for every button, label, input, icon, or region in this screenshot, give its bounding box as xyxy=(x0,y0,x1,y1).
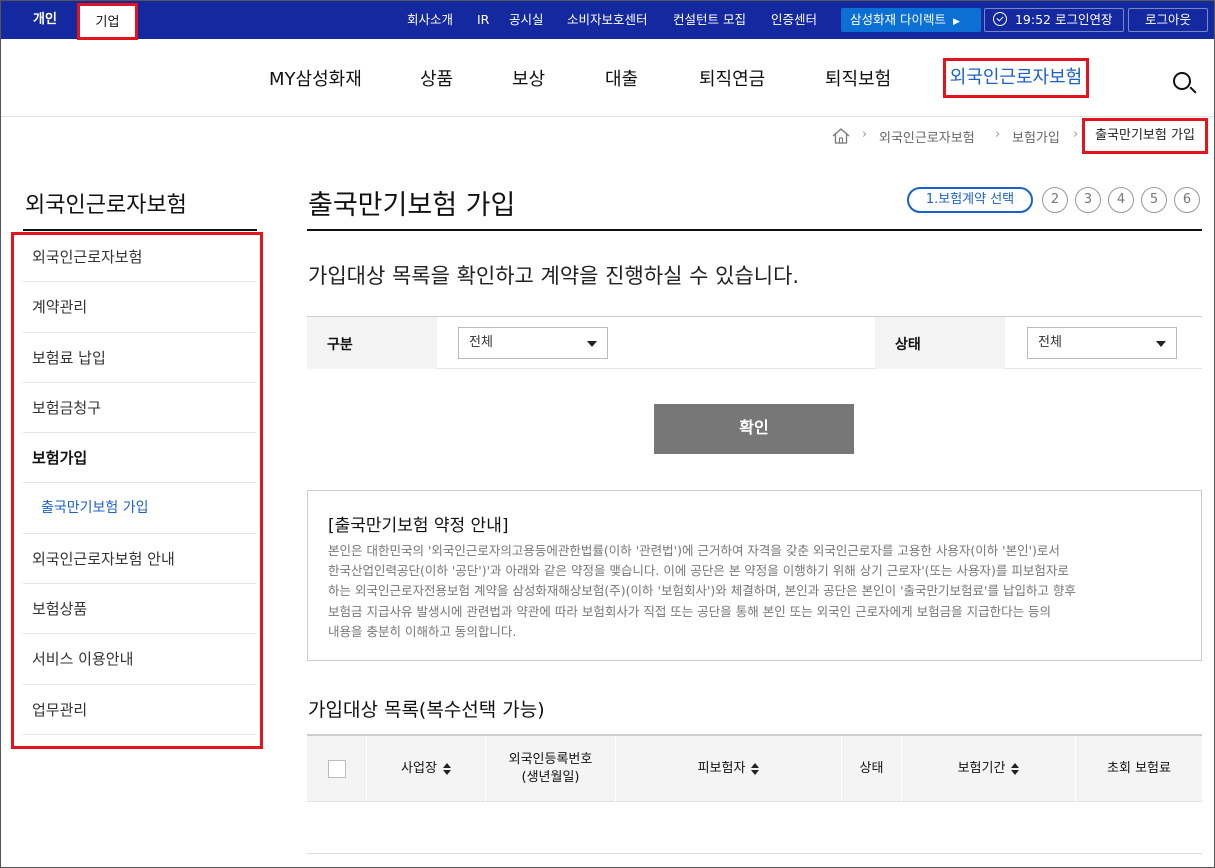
list-title: 가입대상 목록(복수선택 가능) xyxy=(308,699,545,721)
link-recruit[interactable]: 컨설턴트 모집 xyxy=(673,1,746,39)
step-1-active: 1.보험계약 선택 xyxy=(907,187,1033,213)
sidebar-highlight-box xyxy=(11,232,263,749)
chevron-right-icon: › xyxy=(1073,127,1079,142)
direct-button[interactable]: 삼성화재 다이렉트 ▶ xyxy=(841,8,981,32)
top-utility-bar: 개인 기업 회사소개 IR 공시실 소비자보호센터 컨설턴트 모집 인증센터 삼… xyxy=(1,1,1214,40)
notice-line: 하는 외국인근로자전용보험 계약을 삼성화재해상보험(주)(이하 '보험회사')… xyxy=(328,583,1076,599)
nav-retirement-insurance[interactable]: 퇴직보험 xyxy=(825,65,891,91)
th-select-all xyxy=(307,736,367,802)
chevron-right-icon: › xyxy=(862,127,868,142)
link-consumer-center[interactable]: 소비자보호센터 xyxy=(567,1,648,39)
th-workplace-label: 사업장 xyxy=(401,761,437,776)
confirm-button[interactable]: 확인 xyxy=(654,404,854,454)
sort-icon xyxy=(1011,763,1020,775)
breadcrumb-item-1[interactable]: 외국인근로자보험 xyxy=(879,127,975,146)
sidebar-title: 외국인근로자보험 xyxy=(25,193,187,218)
link-cert-center[interactable]: 인증센터 xyxy=(771,1,817,39)
notice-line: 한국산업인력공단(이하 '공단')'과 아래와 같은 약정을 맺습니다. 이에 … xyxy=(328,563,1069,579)
main-nav: MY삼성화재 상품 보상 대출 퇴직연금 퇴직보험 외국인근로자보험 xyxy=(1,39,1214,117)
logout-button[interactable]: 로그아웃 xyxy=(1128,8,1208,32)
nav-products[interactable]: 상품 xyxy=(420,65,453,91)
page-title: 출국만기보험 가입 xyxy=(308,190,516,221)
th-reg-no-label: 외국인등록번호 xyxy=(508,752,593,767)
sort-icon xyxy=(751,763,760,775)
tab-corporate[interactable]: 기업 xyxy=(77,3,138,40)
th-reg-no-sub: (생년월일) xyxy=(521,770,580,785)
session-time: 19:52 xyxy=(1014,12,1052,27)
agreement-notice: [출국만기보험 약정 안내] 본인은 대한민국의 '외국인근로자의고용등에관한법… xyxy=(307,490,1202,661)
category-value: 전체 xyxy=(469,335,493,350)
caret-down-icon xyxy=(587,341,597,347)
nav-pension[interactable]: 퇴직연금 xyxy=(699,65,765,91)
login-extend-button[interactable]: 19:52 로그인연장 xyxy=(984,8,1124,32)
notice-line: 본인은 대한민국의 '외국인근로자의고용등에관한법률(이하 '관련법')에 근거… xyxy=(328,543,1060,558)
th-insured-label: 피보험자 xyxy=(697,761,746,776)
th-period[interactable]: 보험기간 xyxy=(902,736,1076,802)
step-6: 6 xyxy=(1174,187,1200,213)
nav-my[interactable]: MY삼성화재 xyxy=(269,65,362,91)
page-frame: 개인 기업 회사소개 IR 공시실 소비자보호센터 컨설턴트 모집 인증센터 삼… xyxy=(0,0,1215,868)
category-select[interactable]: 전체 xyxy=(458,327,608,359)
search-icon[interactable] xyxy=(1173,72,1191,90)
link-disclosure[interactable]: 공시실 xyxy=(509,1,544,39)
step-2: 2 xyxy=(1042,187,1068,213)
nav-claims[interactable]: 보상 xyxy=(512,65,545,91)
step-4: 4 xyxy=(1108,187,1134,213)
caret-down-icon xyxy=(1156,341,1166,347)
table-header: 사업장 외국인등록번호 (생년월일) 피보험자 상태 보험기간 초회 보험료 xyxy=(307,734,1202,802)
link-company[interactable]: 회사소개 xyxy=(407,1,453,39)
status-label: 상태 xyxy=(895,337,921,353)
link-ir[interactable]: IR xyxy=(477,1,489,39)
login-extend-label: 로그인연장 xyxy=(1055,12,1113,27)
breadcrumb-item-2[interactable]: 보험가입 xyxy=(1012,127,1060,146)
breadcrumb-current: 출국만기보험 가입 xyxy=(1082,118,1208,154)
status-select[interactable]: 전체 xyxy=(1027,327,1177,359)
nav-foreign-worker-insurance[interactable]: 외국인근로자보험 xyxy=(943,58,1089,98)
direct-label: 삼성화재 다이렉트 xyxy=(850,12,946,27)
notice-title: [출국만기보험 약정 안내] xyxy=(328,516,509,536)
home-icon[interactable] xyxy=(832,128,850,144)
th-premium-label: 초회 보험료 xyxy=(1107,761,1171,776)
status-value: 전체 xyxy=(1038,335,1062,350)
step-3: 3 xyxy=(1075,187,1101,213)
clock-check-icon xyxy=(993,12,1007,26)
filter-bar: 구분 전체 상태 전체 xyxy=(307,316,1202,369)
table-bottom-border xyxy=(307,853,1202,854)
select-all-checkbox[interactable] xyxy=(327,760,346,778)
th-status: 상태 xyxy=(842,736,902,802)
step-5: 5 xyxy=(1141,187,1167,213)
intro-text: 가입대상 목록을 확인하고 계약을 진행하실 수 있습니다. xyxy=(308,264,800,288)
th-workplace[interactable]: 사업장 xyxy=(367,736,486,802)
triangle-right-icon: ▶ xyxy=(952,17,960,27)
title-divider xyxy=(307,229,1202,231)
th-premium: 초회 보험료 xyxy=(1076,736,1202,802)
th-status-label: 상태 xyxy=(859,761,884,776)
nav-loans[interactable]: 대출 xyxy=(605,65,638,91)
th-period-label: 보험기간 xyxy=(957,761,1006,776)
chevron-right-icon: › xyxy=(995,127,1001,142)
sort-icon xyxy=(442,763,451,775)
sidebar-title-divider xyxy=(23,229,257,231)
th-reg-no: 외국인등록번호 (생년월일) xyxy=(486,736,616,802)
notice-line: 내용을 충분히 이해하고 동의합니다. xyxy=(328,623,517,639)
th-insured[interactable]: 피보험자 xyxy=(616,736,842,802)
tab-personal[interactable]: 개인 xyxy=(33,1,57,39)
notice-line: 보험금 지급사유 발생시에 관련법과 약관에 따라 보험회사가 직접 또는 공단… xyxy=(328,603,1052,619)
category-label: 구분 xyxy=(327,337,353,353)
notice-body: 본인은 대한민국의 '외국인근로자의고용등에관한법률(이하 '관련법')에 근거… xyxy=(328,541,1183,642)
